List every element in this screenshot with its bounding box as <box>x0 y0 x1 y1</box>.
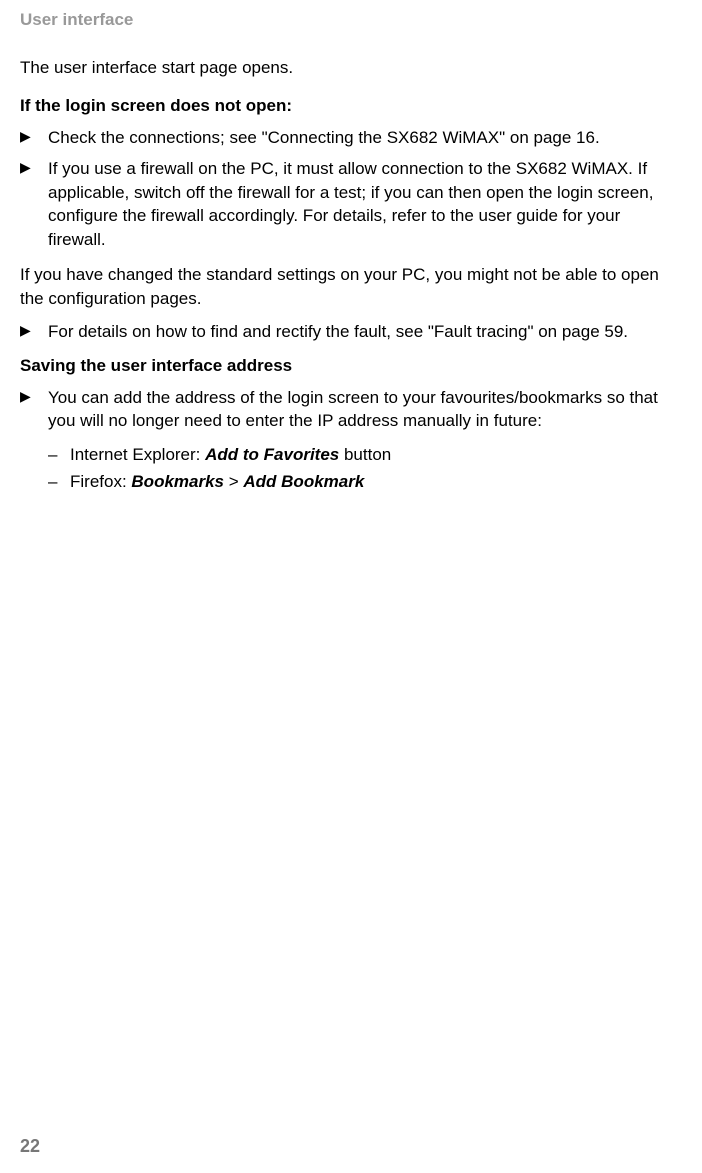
sublist-ie-suffix: button <box>339 445 391 464</box>
sublist-item-ff: – Firefox: Bookmarks > Add Bookmark <box>48 470 672 493</box>
list-item-text: For details on how to find and rectify t… <box>48 322 628 341</box>
arrow-icon: ▶ <box>20 127 31 146</box>
sublist-ie-bold: Add to Favorites <box>205 445 339 464</box>
fault-tracing-list: ▶ For details on how to find and rectify… <box>20 320 672 343</box>
sublist-ff-bold2: Add Bookmark <box>243 472 364 491</box>
saving-address-list: ▶ You can add the address of the login s… <box>20 386 672 494</box>
page-header: User interface <box>20 10 672 30</box>
list-item-text: Check the connections; see "Connecting t… <box>48 128 600 147</box>
arrow-icon: ▶ <box>20 321 31 340</box>
dash-icon: – <box>48 443 57 466</box>
sublist-ie-prefix: Internet Explorer: <box>70 445 205 464</box>
section-heading-login: If the login screen does not open: <box>20 96 672 116</box>
sublist-item-ie: – Internet Explorer: Add to Favorites bu… <box>48 443 672 466</box>
browser-sublist: – Internet Explorer: Add to Favorites bu… <box>48 443 672 494</box>
list-item-text: If you use a firewall on the PC, it must… <box>48 159 653 248</box>
arrow-icon: ▶ <box>20 387 31 406</box>
sublist-ff-sep: > <box>224 472 243 491</box>
mid-paragraph: If you have changed the standard setting… <box>20 263 672 310</box>
sublist-ff-bold1: Bookmarks <box>131 472 224 491</box>
arrow-icon: ▶ <box>20 158 31 177</box>
sublist-ff-prefix: Firefox: <box>70 472 131 491</box>
list-item: ▶ If you use a firewall on the PC, it mu… <box>20 157 672 251</box>
intro-paragraph: The user interface start page opens. <box>20 58 672 78</box>
list-item: ▶ You can add the address of the login s… <box>20 386 672 494</box>
list-item: ▶ Check the connections; see "Connecting… <box>20 126 672 149</box>
login-troubleshoot-list: ▶ Check the connections; see "Connecting… <box>20 126 672 251</box>
list-item-text: You can add the address of the login scr… <box>48 388 658 430</box>
list-item: ▶ For details on how to find and rectify… <box>20 320 672 343</box>
dash-icon: – <box>48 470 57 493</box>
page-number: 22 <box>20 1136 40 1157</box>
section-heading-saving: Saving the user interface address <box>20 356 672 376</box>
